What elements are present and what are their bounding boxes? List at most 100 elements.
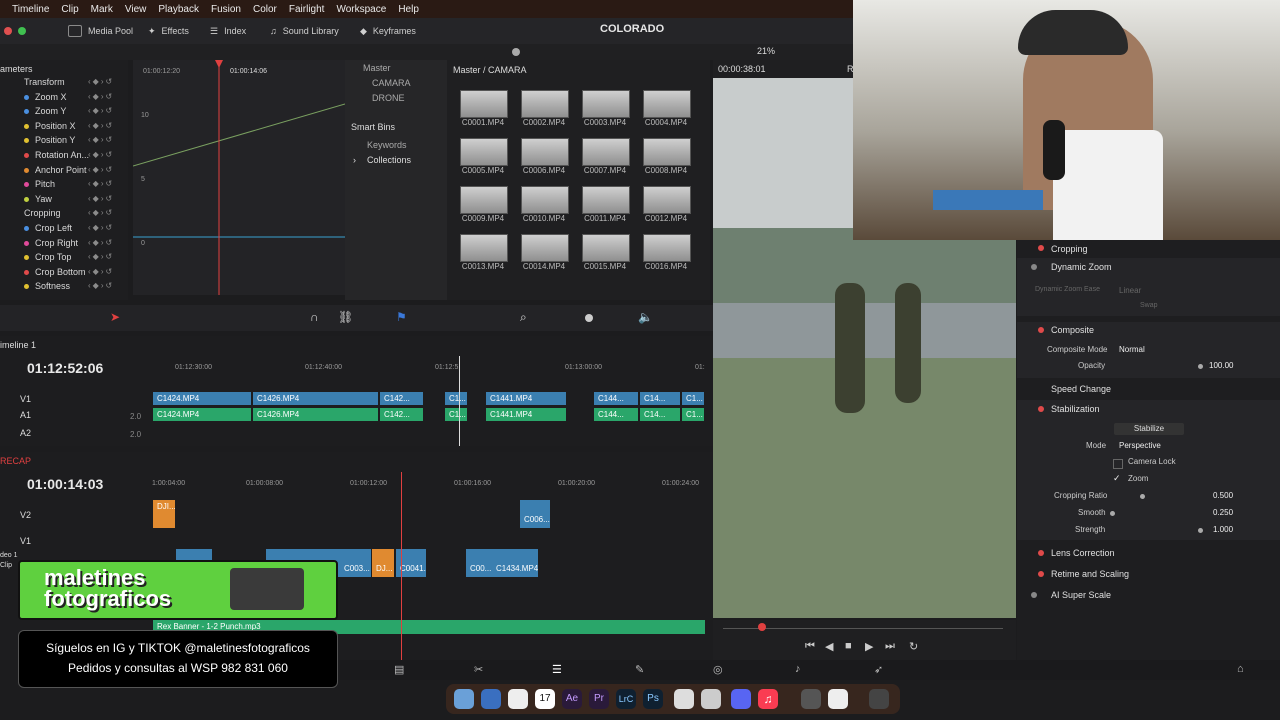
param-row[interactable]: Zoom Y ‹◆›↺ (0, 105, 128, 119)
menu-color[interactable]: Color (253, 4, 277, 15)
keyframe-nav-icon[interactable]: ‹◆›↺ (88, 208, 114, 217)
link-icon[interactable]: ⛓ (338, 310, 353, 324)
menu-fusion[interactable]: Fusion (211, 4, 241, 15)
clip-thumbnail[interactable] (521, 186, 569, 214)
clip-thumbnail[interactable] (460, 234, 508, 262)
select-tool-icon[interactable]: ➤ (110, 310, 120, 324)
param-row[interactable]: Crop Right ‹◆›↺ (0, 237, 128, 251)
clip-thumbnail[interactable] (582, 138, 630, 166)
slider-knob[interactable] (512, 48, 520, 56)
track-a1[interactable]: A1 (20, 410, 31, 420)
dz-ease-select[interactable]: Linear (1119, 286, 1141, 295)
section-super-scale[interactable]: AI Super Scale (1017, 587, 1280, 605)
clip-thumbnail[interactable] (460, 186, 508, 214)
timeline-clip[interactable]: C1... (682, 392, 704, 405)
section-speed-change[interactable]: Speed Change (1017, 381, 1280, 399)
lightroom-icon[interactable]: LrC (616, 689, 636, 709)
clip-thumbnail[interactable] (582, 186, 630, 214)
timeline-clip[interactable]: C1434.MP4 (492, 549, 538, 577)
timeline-clip[interactable]: C142... (380, 392, 423, 405)
premiere-icon[interactable]: Pr (589, 689, 609, 709)
playhead[interactable] (459, 356, 460, 446)
audio-clip[interactable]: C1426.MP4 (253, 408, 378, 421)
clip-thumbnail[interactable] (582, 90, 630, 118)
menu-workspace[interactable]: Workspace (336, 4, 386, 15)
crop-ratio-slider[interactable] (1140, 494, 1145, 499)
zoom-icon[interactable]: ⌕ (520, 310, 527, 325)
timeline-clip[interactable]: C14... (640, 392, 680, 405)
keyframe-nav-icon[interactable]: ‹◆›↺ (88, 150, 114, 159)
smooth-value[interactable]: 0.250 (1213, 508, 1233, 517)
app-icon[interactable] (674, 689, 694, 709)
section-retime[interactable]: Retime and Scaling (1017, 566, 1280, 584)
menu-timeline[interactable]: Timeline (12, 4, 49, 15)
loop-icon[interactable]: ↻ (909, 640, 918, 653)
keyframe-nav-icon[interactable]: ‹◆›↺ (88, 77, 114, 86)
volume-icon[interactable]: 🔈 (638, 310, 653, 324)
track-v2[interactable]: V2 (20, 510, 31, 520)
timeline-clip[interactable]: C1... (445, 392, 467, 405)
flag-icon[interactable]: ⚑ (396, 310, 407, 324)
bin-keywords[interactable]: Keywords (367, 140, 407, 150)
param-group[interactable]: Transform ‹◆›↺ (0, 76, 128, 90)
media-pool-button[interactable]: Media Pool (68, 18, 133, 44)
sound-library-button[interactable]: ♫ Sound Library (270, 18, 339, 44)
timeline-clip[interactable]: C1441.MP4 (486, 392, 566, 405)
param-row[interactable]: Rotation An... ‹◆›↺ (0, 149, 128, 163)
timeline-clip[interactable]: DJ... (372, 549, 394, 577)
enabled-dot-icon[interactable] (1038, 406, 1044, 412)
strength-slider[interactable] (1198, 528, 1203, 533)
audio-clip[interactable]: C1... (682, 408, 704, 421)
keyframe-nav-icon[interactable]: ‹◆›↺ (88, 121, 114, 130)
chevron-right-icon[interactable]: › (353, 155, 356, 165)
music-icon[interactable]: ♫ (758, 689, 778, 709)
menu-clip[interactable]: Clip (61, 4, 78, 15)
bin-drone[interactable]: DRONE (372, 93, 405, 103)
finder-icon[interactable] (454, 689, 474, 709)
param-row[interactable]: Yaw ‹◆›↺ (0, 193, 128, 207)
param-row[interactable]: Crop Top ‹◆›↺ (0, 251, 128, 265)
playhead[interactable] (401, 472, 402, 660)
toggle-dot-icon[interactable] (1031, 264, 1037, 270)
fairlight-page-icon[interactable]: ♪ (795, 663, 801, 675)
scrubber-playhead[interactable] (758, 623, 766, 631)
home-icon[interactable]: ⌂ (1237, 663, 1244, 675)
menu-view[interactable]: View (125, 4, 147, 15)
audio-clip[interactable]: C1... (445, 408, 467, 421)
param-row[interactable]: Softness ‹◆›↺ (0, 280, 128, 294)
smooth-slider[interactable] (1110, 511, 1115, 516)
resolve-icon[interactable] (801, 689, 821, 709)
clip-thumbnail[interactable] (582, 234, 630, 262)
track-v1[interactable]: V1 (20, 536, 31, 546)
media-page-icon[interactable]: ▤ (394, 663, 404, 676)
window-controls[interactable] (4, 18, 26, 44)
timeline-1[interactable]: imeline 1 01:12:52:06 01:12:30:00 01:12:4… (0, 336, 713, 446)
opacity-slider[interactable] (1198, 364, 1203, 369)
keyframe-nav-icon[interactable]: ‹◆›↺ (88, 223, 114, 232)
menu-fairlight[interactable]: Fairlight (289, 4, 325, 15)
timeline-tab[interactable]: RECAP (0, 456, 31, 466)
opacity-value[interactable]: 100.00 (1209, 361, 1233, 370)
enabled-dot-icon[interactable] (1038, 327, 1044, 333)
section-cropping[interactable]: Cropping (1017, 240, 1280, 258)
keyframe-nav-icon[interactable]: ‹◆›↺ (88, 106, 114, 115)
menu-mark[interactable]: Mark (91, 4, 113, 15)
play-icon[interactable]: ▶ (865, 640, 873, 653)
photoshop-icon[interactable]: Ps (643, 689, 663, 709)
enabled-dot-icon[interactable] (1038, 550, 1044, 556)
cut-page-icon[interactable]: ✂ (474, 663, 483, 676)
camera-lock-checkbox[interactable] (1113, 459, 1123, 469)
keyframe-nav-icon[interactable]: ‹◆›↺ (88, 179, 114, 188)
index-button[interactable]: ☰ Index (210, 18, 246, 44)
mode-select[interactable]: Perspective (1119, 441, 1161, 450)
clip-thumbnail[interactable] (643, 138, 691, 166)
discord-icon[interactable] (731, 689, 751, 709)
clip-thumbnail[interactable] (521, 90, 569, 118)
timeline-clip[interactable]: C1426.MP4 (253, 392, 378, 405)
clip-thumbnail[interactable] (460, 138, 508, 166)
param-row[interactable]: Anchor Point ‹◆›↺ (0, 164, 128, 178)
audio-clip[interactable]: C144... (594, 408, 638, 421)
keyframe-nav-icon[interactable]: ‹◆›↺ (88, 135, 114, 144)
zoom-checkbox[interactable]: ✓ (1113, 473, 1121, 484)
after-effects-icon[interactable]: Ae (562, 689, 582, 709)
